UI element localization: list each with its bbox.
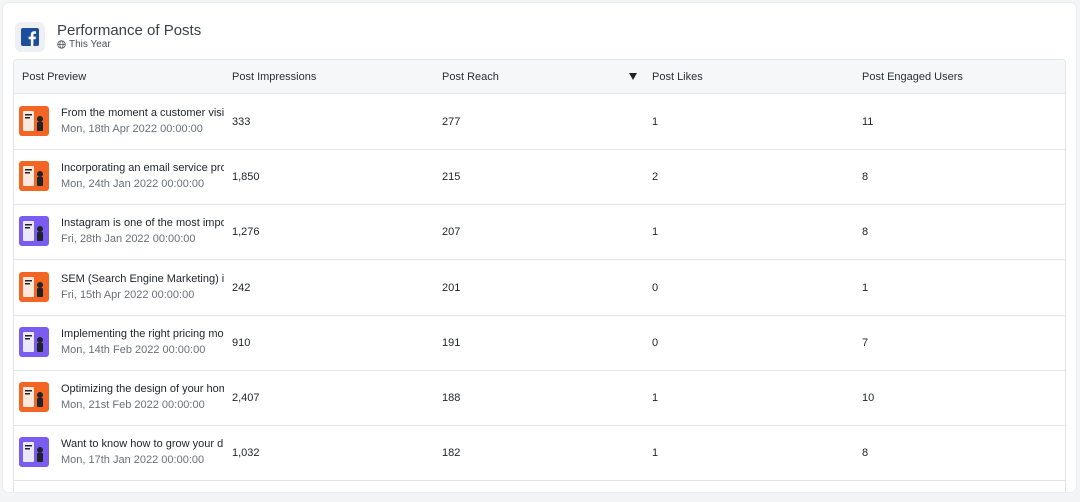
- post-impressions-cell: 1,032: [232, 447, 260, 460]
- column-header-post-engaged-users[interactable]: Post Engaged Users: [862, 71, 963, 83]
- table-row[interactable]: Optimizing the design of your home Mon, 2…: [14, 370, 1065, 426]
- post-engaged-users-cell: 8: [862, 226, 869, 239]
- globe-icon: [57, 40, 66, 49]
- post-thumbnail[interactable]: [19, 271, 49, 302]
- posts-table: Post Preview Post Impressions Post Reach…: [13, 59, 1066, 492]
- post-impressions-cell: 1,276: [232, 226, 260, 239]
- post-impressions-cell: 242: [232, 281, 251, 294]
- post-date: Mon, 24th Jan 2022 00:00:00: [61, 178, 205, 191]
- post-preview-text[interactable]: Want to know how to grow your d: [61, 438, 224, 450]
- post-preview-text[interactable]: Optimizing the design of your home: [61, 383, 224, 395]
- period-label: This Year: [69, 39, 111, 50]
- post-preview-text[interactable]: Incorporating an email service provider: [61, 162, 224, 174]
- post-thumbnail[interactable]: [19, 216, 49, 247]
- table-header: Post Preview Post Impressions Post Reach…: [14, 60, 1065, 94]
- period-filter[interactable]: This Year: [57, 39, 111, 50]
- post-date: Fri, 28th Jan 2022 00:00:00: [61, 233, 196, 246]
- post-impressions-cell: 333: [232, 116, 251, 128]
- post-date: Fri, 15th Apr 2022 00:00:00: [61, 288, 195, 301]
- sort-descending-icon[interactable]: [629, 73, 637, 80]
- table-row[interactable]: Incorporating an email service provider M…: [14, 149, 1065, 206]
- facebook-icon: [15, 22, 45, 52]
- post-thumbnail[interactable]: [19, 106, 49, 136]
- table-row[interactable]: Want to know how to grow your d Mon, 17th…: [14, 425, 1065, 482]
- post-thumbnail[interactable]: [19, 326, 49, 357]
- post-impressions-cell: 910: [232, 336, 251, 349]
- page-title: Performance of Posts: [57, 22, 202, 39]
- post-reach-cell: 188: [442, 392, 461, 404]
- post-engaged-users-cell: 11: [862, 116, 874, 128]
- column-header-post-impressions[interactable]: Post Impressions: [232, 71, 316, 83]
- post-reach-cell: 207: [442, 226, 461, 239]
- post-engaged-users-cell: 10: [862, 392, 875, 404]
- post-thumbnail[interactable]: [19, 437, 49, 468]
- table-row[interactable]: SEM (Search Engine Marketing) is Fri, 15t…: [14, 260, 1065, 316]
- post-thumbnail[interactable]: [19, 161, 49, 192]
- post-date: Mon, 17th Jan 2022 00:00:00: [61, 454, 205, 467]
- table-row[interactable]: Instagram is one of the most important Fr…: [14, 204, 1065, 261]
- post-reach-cell: 215: [442, 171, 461, 184]
- post-likes-cell: 1: [652, 392, 659, 404]
- post-likes-cell: 1: [652, 116, 659, 128]
- post-likes-cell: 2: [652, 171, 659, 184]
- column-header-post-preview[interactable]: Post Preview: [22, 71, 86, 83]
- post-reach-cell: 277: [442, 116, 461, 128]
- post-likes-cell: 1: [652, 447, 659, 460]
- post-preview-text[interactable]: SEM (Search Engine Marketing) is: [61, 273, 224, 285]
- post-likes-cell: 0: [652, 281, 659, 294]
- post-reach-cell: 182: [442, 447, 461, 460]
- post-preview-text[interactable]: Instagram is one of the most important: [61, 217, 224, 229]
- post-date: Mon, 18th Apr 2022 00:00:00: [61, 123, 203, 135]
- post-impressions-cell: 1,850: [232, 171, 260, 184]
- posts-performance-card: Performance of Posts This Year Post Prev…: [3, 3, 1076, 492]
- post-thumbnail[interactable]: [19, 382, 49, 412]
- post-likes-cell: 1: [652, 226, 659, 239]
- post-preview-text[interactable]: From the moment a customer visits: [61, 107, 224, 119]
- table-row[interactable]: Implementing the right pricing model Mon,…: [14, 315, 1065, 371]
- post-date: Mon, 21st Feb 2022 00:00:00: [61, 399, 205, 411]
- post-engaged-users-cell: 8: [862, 171, 869, 184]
- card-header: Performance of Posts This Year: [3, 3, 1076, 61]
- post-engaged-users-cell: 1: [862, 281, 869, 294]
- post-date: Mon, 14th Feb 2022 00:00:00: [61, 343, 206, 356]
- post-engaged-users-cell: 7: [862, 336, 869, 349]
- post-engaged-users-cell: 8: [862, 447, 869, 460]
- column-header-post-reach[interactable]: Post Reach: [442, 71, 499, 83]
- post-impressions-cell: 2,407: [232, 392, 260, 404]
- column-header-post-likes[interactable]: Post Likes: [652, 71, 703, 83]
- post-preview-text[interactable]: Implementing the right pricing model: [61, 328, 224, 340]
- post-reach-cell: 201: [442, 281, 461, 294]
- post-likes-cell: 0: [652, 336, 659, 349]
- post-reach-cell: 191: [442, 336, 461, 349]
- table-row[interactable]: From the moment a customer visits Mon, 18…: [14, 94, 1065, 150]
